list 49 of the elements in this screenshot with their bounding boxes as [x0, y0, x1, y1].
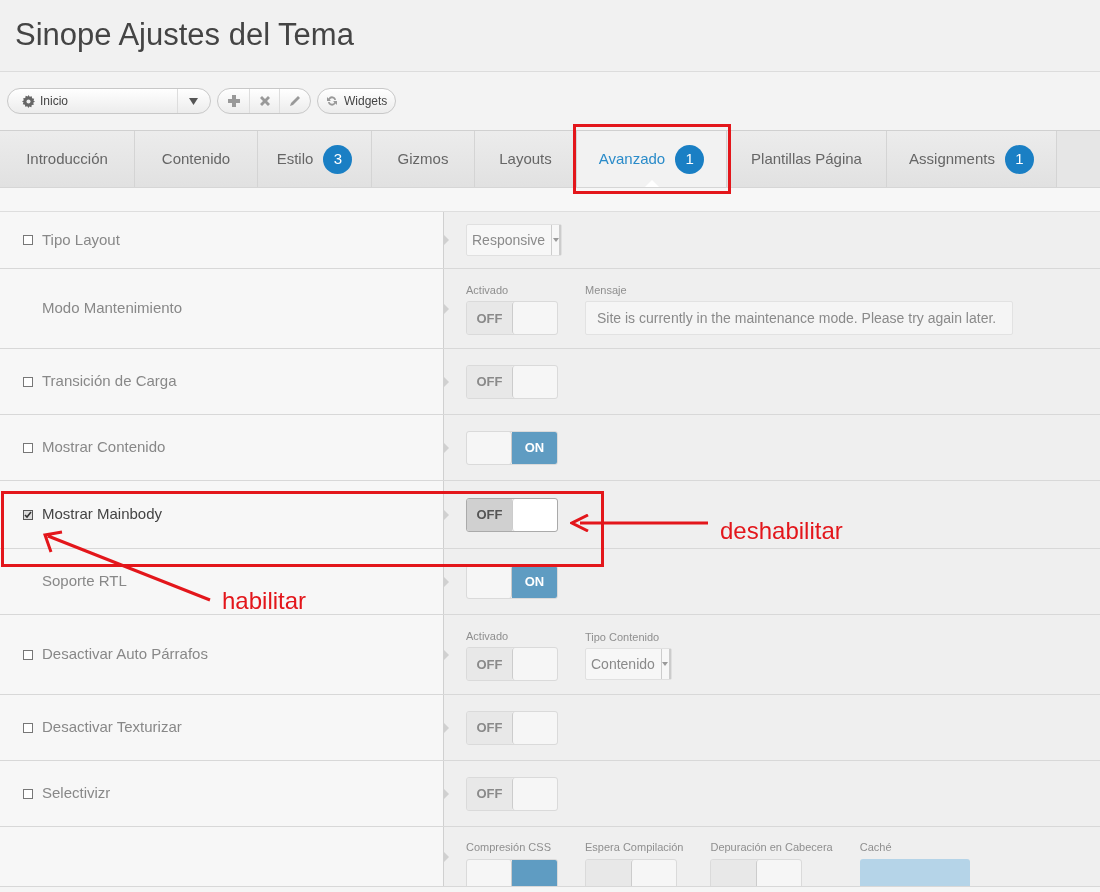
setting-label: Mostrar Mainbody — [42, 504, 163, 525]
checkbox[interactable] — [23, 442, 33, 453]
setting-label: Desactivar Texturizar — [42, 717, 182, 738]
setting-label: Mostrar Contenido — [42, 437, 166, 458]
field-caption: Compresión CSS — [466, 840, 552, 855]
annotation-text: habilitar — [222, 586, 307, 616]
caret-icon — [662, 662, 669, 667]
caret-icon — [189, 97, 198, 105]
caret-icon — [552, 238, 559, 242]
tab[interactable]: Contenido — [135, 131, 258, 187]
checkbox[interactable] — [23, 788, 33, 799]
refresh-icon — [326, 95, 338, 107]
field-caption: Activado — [466, 282, 510, 298]
checkbox[interactable] — [23, 649, 33, 660]
gear-icon — [22, 94, 35, 108]
tab[interactable]: Introducción — [0, 131, 135, 187]
tab[interactable]: Assignments 1 — [887, 131, 1057, 187]
message-input[interactable]: Site is currently in the maintenance mode. Please try again later. — [585, 301, 1013, 336]
field-caption: Caché — [859, 840, 893, 855]
count-badge: 1 — [1004, 144, 1034, 174]
widgets-button[interactable]: Widgets — [317, 88, 397, 114]
checkbox[interactable] — [23, 376, 33, 387]
count-badge: 3 — [323, 144, 353, 174]
setting-label: Desactivar Auto Párrafos — [42, 644, 208, 665]
field-caption: Espera Compilación — [585, 840, 684, 855]
tab[interactable]: Plantillas Página — [727, 131, 887, 187]
tab[interactable]: Gizmos — [372, 131, 475, 187]
setting-label: Transición de Carga — [42, 371, 177, 392]
annotation-text: deshabilitar — [720, 516, 843, 546]
dropdown-select[interactable]: Responsive — [466, 224, 563, 256]
field-caption: Activado — [466, 628, 510, 644]
setting-label: Tipo Layout — [42, 229, 120, 250]
checkbox[interactable] — [23, 722, 33, 733]
tab[interactable]: Avanzado 1 — [577, 131, 727, 187]
page-title: Sinope Ajustes del Tema — [15, 16, 354, 55]
tab[interactable]: Layouts — [475, 131, 577, 187]
layout-select[interactable]: Inicio — [7, 88, 211, 114]
count-badge: 1 — [675, 144, 705, 174]
field-caption: Tipo Contenido — [585, 629, 661, 645]
setting-label: Modo Mantenimiento — [42, 298, 183, 319]
toggle-switch[interactable]: OFF — [466, 497, 558, 532]
setting-label: Soporte RTL — [42, 571, 127, 592]
field-caption: Depuración en Cabecera — [710, 840, 833, 855]
checkbox[interactable] — [23, 235, 33, 245]
dropdown-select[interactable]: Contenido — [585, 648, 672, 681]
field-caption: Mensaje — [585, 282, 628, 298]
setting-label: Selectivizr — [42, 783, 111, 804]
tab[interactable]: Estilo 3 — [258, 131, 372, 187]
checkbox[interactable] — [23, 509, 33, 520]
